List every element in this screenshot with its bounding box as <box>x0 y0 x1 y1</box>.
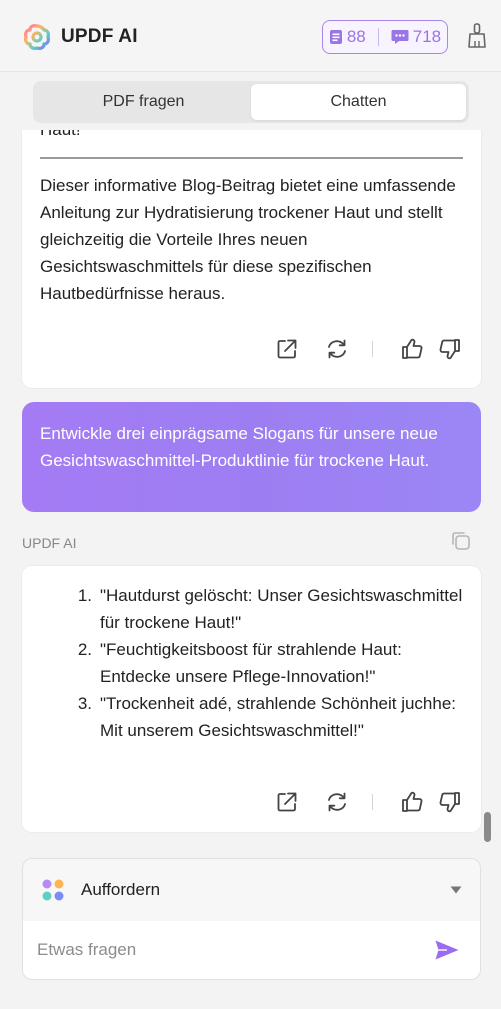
ai-reply-card: 1. "Hautdurst gelöscht: Unser Gesichtswa… <box>22 566 481 832</box>
share-icon[interactable] <box>274 789 300 815</box>
mode-tabs: PDF fragen Chatten <box>33 81 469 123</box>
ask-input[interactable] <box>37 935 417 965</box>
tab-pdf-fragen[interactable]: PDF fragen <box>36 84 251 120</box>
list-number: 1. <box>77 586 92 605</box>
ai-message-card: Haut! Dieser informative Blog-Beitrag bi… <box>22 130 481 388</box>
actions-divider <box>372 341 373 357</box>
broom-icon[interactable] <box>466 22 488 50</box>
list-number: 3. <box>77 694 92 713</box>
thumbs-down-icon[interactable] <box>437 336 463 362</box>
list-text: "Trockenheit adé, strahlende Schönheit j… <box>100 694 457 740</box>
user-message-bubble: Entwickle drei einprägsame Slogans für u… <box>22 402 481 512</box>
quota-divider <box>377 28 379 46</box>
send-icon[interactable] <box>434 939 460 961</box>
chat-area[interactable]: Haut! Dieser informative Blog-Beitrag bi… <box>0 130 501 850</box>
quota-badge[interactable]: 88 718 <box>322 20 448 54</box>
chat-bubble-icon <box>391 30 409 44</box>
regenerate-icon[interactable] <box>324 789 350 815</box>
chevron-down-icon <box>450 886 462 894</box>
regenerate-icon[interactable] <box>324 336 350 362</box>
message-text-line: Haut! <box>40 130 81 140</box>
composer: Auffordern <box>22 858 481 980</box>
prompt-selector[interactable]: Auffordern <box>23 859 480 921</box>
pdf-quota-count: 88 <box>346 27 366 46</box>
document-icon <box>329 30 342 44</box>
list-item: 2. "Feuchtigkeitsboost für strahlende Ha… <box>40 636 470 690</box>
message-paragraph: Dieser informative Blog-Beitrag bietet e… <box>40 176 456 303</box>
scrollbar-thumb[interactable] <box>484 812 491 842</box>
list-item: 1. "Hautdurst gelöscht: Unser Gesichtswa… <box>40 582 470 636</box>
thumbs-down-icon[interactable] <box>437 789 463 815</box>
prompt-dots-icon <box>42 879 64 901</box>
list-number: 2. <box>77 640 92 659</box>
copy-icon[interactable] <box>450 530 472 552</box>
message-actions <box>274 788 463 816</box>
thumbs-up-icon[interactable] <box>399 789 425 815</box>
share-icon[interactable] <box>274 336 300 362</box>
divider <box>40 157 463 159</box>
chat-quota-count: 718 <box>412 27 442 46</box>
top-bar: UPDF AI 88 718 <box>0 0 501 72</box>
thumbs-up-icon[interactable] <box>399 336 425 362</box>
tab-chatten[interactable]: Chatten <box>251 84 466 120</box>
prompt-label: Auffordern <box>81 880 161 899</box>
input-area <box>23 921 480 979</box>
list-text: "Hautdurst gelöscht: Unser Gesichtswasch… <box>100 586 463 632</box>
message-actions <box>274 335 463 363</box>
app-title: UPDF AI <box>61 26 138 47</box>
list-text: "Feuchtigkeitsboost für strahlende Haut:… <box>100 640 402 686</box>
slogan-list: 1. "Hautdurst gelöscht: Unser Gesichtswa… <box>40 582 470 744</box>
actions-divider <box>372 794 373 810</box>
list-item: 3. "Trockenheit adé, strahlende Schönhei… <box>40 690 470 744</box>
ai-sender-label: UPDF AI <box>22 535 77 551</box>
updf-logo-icon <box>24 24 50 50</box>
